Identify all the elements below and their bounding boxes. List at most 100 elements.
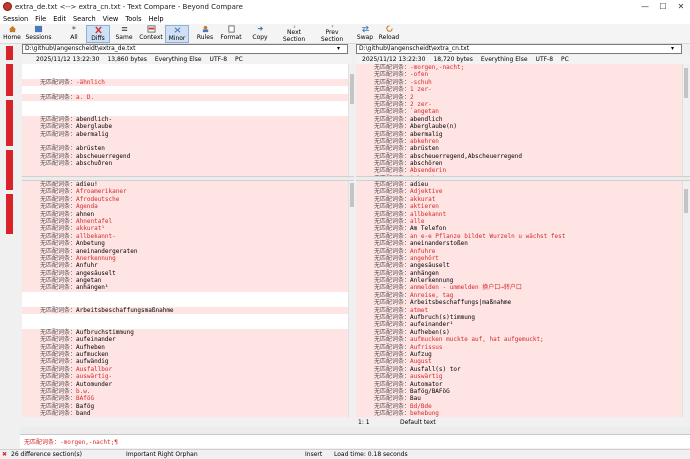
window-title: extra_de.txt <--> extra_cn.txt - Text Co… xyxy=(15,2,243,11)
text-line: 无匹配词条：aufwändig xyxy=(22,358,348,366)
diffs-button[interactable]: Diffs xyxy=(86,25,110,43)
text-line: 无匹配词条：abermalig xyxy=(22,130,348,138)
swap-button[interactable]: Swap xyxy=(356,25,374,43)
text-line: 无匹配词条：-ofen xyxy=(356,71,682,79)
home-button[interactable]: Home xyxy=(2,25,22,43)
line-prefix: 无匹配词条： xyxy=(374,210,411,218)
line-diff-text: Aufrissus xyxy=(410,343,443,351)
line-text: adieu xyxy=(410,181,429,188)
line-prefix: 无匹配词条： xyxy=(40,380,77,388)
line-prefix: 无匹配词条： xyxy=(40,145,77,153)
line-prefix: 无匹配词条： xyxy=(40,328,77,336)
text-line: 无匹配词条：abscheuerregend,Abscheuerregend xyxy=(356,152,682,161)
right-top-pane[interactable]: 无匹配词条：-morgen,-nacht; 无匹配词条：-ofen 无匹配词条：-s… xyxy=(356,64,682,176)
text-line: 无匹配词条：-ähnlich xyxy=(22,78,348,87)
sessions-button[interactable]: Sessions xyxy=(25,25,52,43)
right-charset[interactable]: UTF-8 xyxy=(536,55,554,64)
left-eol[interactable]: PC xyxy=(235,55,243,64)
text-line: 无匹配词条：Automunder xyxy=(22,380,348,388)
line-diff-text: akkurat xyxy=(410,195,436,203)
left-path-field[interactable]: D:\github\langenscheidt\extra_de.txt xyxy=(22,44,348,54)
same-button[interactable]: Same xyxy=(113,25,135,43)
text-line: 无匹配词条：Anfuhr xyxy=(22,262,348,270)
copy-button[interactable]: Copy xyxy=(250,25,270,43)
line-diff-text: -schuh xyxy=(410,78,432,86)
text-line: 无匹配词条：Anbetung xyxy=(22,240,348,248)
line-prefix: 无匹配词条： xyxy=(40,225,77,233)
rules-label: Rules xyxy=(196,34,214,41)
scroll-thumb[interactable] xyxy=(350,74,354,104)
scroll-thumb[interactable] xyxy=(350,183,354,207)
home-label: Home xyxy=(3,34,21,41)
scroll-thumb[interactable] xyxy=(684,68,688,98)
line-prefix: 无匹配词条： xyxy=(40,160,77,168)
prev-section-button[interactable]: Prev Section xyxy=(315,25,349,43)
asterisk-icon: * xyxy=(71,25,75,33)
left-top-pane[interactable]: 无匹配词条：-ähnlich 无匹配词条：a. D. 无匹配词条：abendlich… xyxy=(22,64,348,176)
right-eol[interactable]: PC xyxy=(561,55,569,64)
scroll-thumb[interactable] xyxy=(684,189,688,213)
right-top-scrollbar[interactable] xyxy=(682,64,690,176)
line-prefix: 无匹配词条： xyxy=(40,284,77,292)
line-prefix: 无匹配词条： xyxy=(374,321,411,329)
line-diff-text: Afroamerikaner xyxy=(76,188,127,196)
swap-label: Swap xyxy=(356,34,374,41)
rules-button[interactable]: Rules xyxy=(195,25,215,43)
line-prefix: 无匹配词条： xyxy=(40,181,77,188)
text-line: 无匹配词条：Aberglaube(n) xyxy=(356,123,682,131)
all-button[interactable]: * All xyxy=(65,25,83,43)
context-button[interactable]: Context xyxy=(139,25,163,43)
diff-marker xyxy=(6,100,13,146)
format-button[interactable]: Format xyxy=(218,25,244,43)
line-prefix: 无匹配词条： xyxy=(374,365,411,373)
line-text: aufwändig xyxy=(76,358,109,366)
menu-file[interactable]: File xyxy=(35,15,46,23)
menu-tools[interactable]: Tools xyxy=(125,15,141,23)
menu-session[interactable]: Session xyxy=(3,15,28,23)
left-top-scrollbar[interactable] xyxy=(348,64,354,176)
right-bottom-pane[interactable]: 无匹配词条：adieu 无匹配词条：Adjektive 无匹配词条：akkurat 无… xyxy=(356,181,682,417)
text-line: 无匹配词条：a. D. xyxy=(22,93,348,101)
left-bottom-pane[interactable]: 无匹配词条：adieu! 无匹配词条：Afroamerikaner 无匹配词条：Af… xyxy=(22,181,348,417)
right-encoding[interactable]: Everything Else xyxy=(481,55,528,64)
line-prefix: 无匹配词条： xyxy=(374,225,411,233)
line-diff-text: Anreise, tag xyxy=(410,291,454,299)
menu-edit[interactable]: Edit xyxy=(53,15,66,23)
line-diff-text: an e-e Pflanze bildet Wurzeln u wächst f… xyxy=(410,232,566,240)
right-bottom-scrollbar[interactable] xyxy=(682,181,690,417)
minimize-button[interactable]: — xyxy=(636,2,654,11)
close-button[interactable]: ✕ xyxy=(672,2,690,11)
menu-view[interactable]: View xyxy=(103,15,119,23)
svg-text:*: * xyxy=(71,25,75,33)
maximize-button[interactable]: ☐ xyxy=(654,2,672,11)
right-browse-icon[interactable]: ▾ xyxy=(671,45,679,53)
line-prefix: 无匹配词条： xyxy=(374,402,411,410)
text-line: 无匹配词条：1 zer- xyxy=(356,86,682,94)
line-prefix: 无匹配词条： xyxy=(374,247,411,255)
line-diff-text: alle xyxy=(410,217,425,225)
text-line: 无匹配词条：August xyxy=(356,358,682,366)
line-prefix: 无匹配词条： xyxy=(374,86,411,94)
line-text: Automator xyxy=(410,380,443,388)
right-path-field[interactable]: D:\github\langenscheidt\extra_cn.txt xyxy=(356,44,682,54)
line-prefix: 无匹配词条： xyxy=(40,373,77,381)
h-splitter[interactable] xyxy=(20,427,690,434)
line-diff-text: auswärtig xyxy=(410,373,443,381)
line-prefix: 无匹配词条： xyxy=(374,306,411,314)
minor-button[interactable]: Minor xyxy=(165,25,189,43)
line-diff-text: `angetan xyxy=(410,108,439,116)
diffs-label: Diffs xyxy=(91,35,105,42)
left-browse-icon[interactable]: ▾ xyxy=(337,45,345,53)
text-line: 无匹配词条：aufmucken muckte auf, hat aufgemuc… xyxy=(356,336,682,344)
left-charset[interactable]: UTF-8 xyxy=(210,55,228,64)
left-encoding[interactable]: Everything Else xyxy=(155,55,202,64)
reload-button[interactable]: Reload xyxy=(378,25,400,43)
line-prefix: 无匹配词条： xyxy=(374,410,411,417)
menu-search[interactable]: Search xyxy=(73,15,96,23)
line-prefix: 无匹配词条： xyxy=(374,181,411,188)
next-section-button[interactable]: Next Section xyxy=(276,25,312,43)
menu-help[interactable]: Help xyxy=(149,15,164,23)
left-bottom-scrollbar[interactable] xyxy=(348,181,354,417)
line-diff-text: 2 xyxy=(410,93,414,101)
thumbnail-gutter[interactable] xyxy=(0,44,20,441)
